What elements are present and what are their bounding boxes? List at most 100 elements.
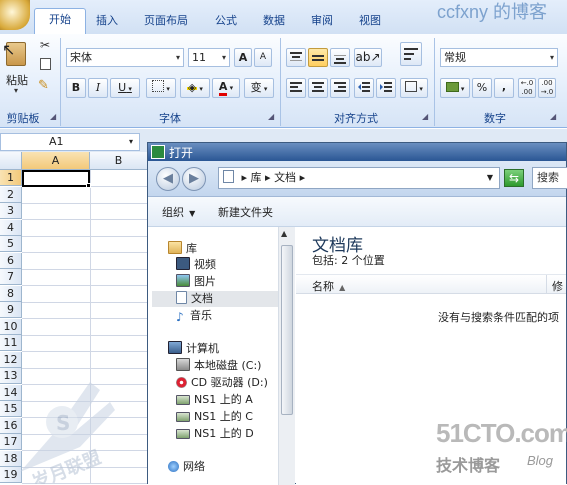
row-header-7[interactable]: 7 [0,269,22,285]
currency-button[interactable]: ▾ [440,78,470,98]
music-note-icon: ♪ [176,310,184,324]
align-center-button[interactable] [308,78,328,98]
shrink-font-button[interactable]: A [254,48,272,67]
column-divider[interactable] [546,275,547,294]
nav-libraries[interactable]: 库 [168,241,278,257]
column-modified-header[interactable]: 修 [552,278,563,294]
nav-computer[interactable]: 计算机 [168,341,278,357]
font-name-combo[interactable]: 宋体 ▾ [66,48,184,67]
row-gridline [22,334,148,336]
name-box[interactable]: A1 ▾ [0,133,140,151]
alignment-launcher-icon[interactable]: ◢ [422,112,428,121]
active-cell-a1[interactable] [22,170,90,187]
row-header-5[interactable]: 5 [0,236,22,252]
refresh-button[interactable]: ⇆ [504,169,524,187]
nav-music[interactable]: ♪ 音乐 [176,308,278,324]
cut-icon[interactable]: ✂ [40,38,50,52]
fill-handle[interactable] [86,183,91,188]
increase-indent-button[interactable] [376,78,396,98]
number-format-value: 常规 [444,51,466,64]
fill-color-button[interactable]: ◈ ▾ [180,78,210,98]
wrap-text-button[interactable] [400,42,422,66]
increase-decimal-button[interactable]: ←.0.00 [518,78,536,98]
decrease-decimal-button[interactable]: .00 →.0 [538,78,556,98]
nav-network-drive-d[interactable]: NS1 上的 D [176,426,278,442]
nav-videos[interactable]: 视频 [176,257,278,273]
grow-font-button[interactable]: A [234,48,252,67]
font-color-button[interactable]: A ▾ [212,78,240,98]
number-format-combo[interactable]: 常规 ▾ [440,48,558,67]
borders-button[interactable]: ▾ [146,78,176,98]
column-header-a[interactable]: A [22,152,90,170]
nav-network-drive-a[interactable]: NS1 上的 A [176,392,278,408]
row-header-1[interactable]: 1 [0,170,22,186]
breadcrumb-library[interactable]: 库 [251,171,262,184]
tab-insert[interactable]: 插入 [86,10,128,32]
tab-view[interactable]: 视图 [348,10,392,32]
new-folder-button[interactable]: 新建文件夹 [218,204,273,220]
tab-home[interactable]: 开始 [34,8,86,34]
bold-button[interactable]: B [66,78,86,98]
office-button[interactable] [0,0,30,30]
address-bar[interactable]: ▸ 库 ▸ 文档 ▸ ▼ [218,167,500,189]
font-launcher-icon[interactable]: ◢ [268,112,274,121]
organize-button[interactable]: 组织 ▼ [162,204,195,220]
nav-pictures[interactable]: 图片 [176,274,278,290]
group-separator [60,38,61,126]
row-header-11[interactable]: 11 [0,335,22,351]
nav-network[interactable]: 网络 [168,459,278,475]
row-header-10[interactable]: 10 [0,318,22,335]
row-header-3[interactable]: 3 [0,203,22,219]
underline-button[interactable]: U ▾ [110,78,140,98]
nav-documents[interactable]: 文档 [152,291,278,307]
align-bottom-button[interactable] [330,48,350,67]
row-header-9[interactable]: 9 [0,302,22,318]
navigation-scrollbar[interactable]: ▲ [278,227,295,485]
nav-local-disk-c[interactable]: 本地磁盘 (C:) [176,358,278,374]
address-dropdown-icon[interactable]: ▼ [487,168,493,188]
select-all-corner[interactable] [0,152,22,170]
align-top-button[interactable] [286,48,306,67]
comma-button[interactable]: , [494,78,514,98]
row-header-2[interactable]: 2 [0,186,22,203]
forward-button[interactable]: ▶ [182,167,206,191]
row-header-8[interactable]: 8 [0,285,22,302]
merge-center-button[interactable]: ▾ [400,78,428,98]
font-size-combo[interactable]: 11 ▾ [188,48,230,67]
tab-page-layout[interactable]: 页面布局 [132,10,200,32]
chevron-down-icon: ▾ [549,53,554,62]
tab-review[interactable]: 审阅 [300,10,344,32]
column-name-header[interactable]: 名称 ▲ [312,278,345,294]
search-box[interactable]: 搜索 [532,167,567,189]
chevron-down-icon: ▾ [175,53,180,62]
nav-network-drive-c[interactable]: NS1 上的 C [176,409,278,425]
nav-cd-drive-d[interactable]: CD 驱动器 (D:) [176,375,278,391]
align-left-button[interactable] [286,78,306,98]
row-header-4[interactable]: 4 [0,219,22,236]
format-painter-icon[interactable]: ✎ [38,78,49,93]
decrease-indent-button[interactable] [354,78,374,98]
percent-button[interactable]: % [472,78,492,98]
breadcrumb-documents[interactable]: 文档 [274,171,296,184]
video-library-icon [176,257,190,270]
italic-button[interactable]: I [88,78,108,98]
align-middle-button[interactable] [308,48,328,67]
phonetic-button[interactable]: 变 ▾ [244,78,274,98]
library-includes: 包括: 2 个位置 [312,254,385,267]
tab-data[interactable]: 数据 [252,10,296,32]
copy-icon[interactable] [40,58,51,70]
back-button[interactable]: ◀ [156,167,180,191]
align-right-button[interactable] [330,78,350,98]
clipboard-launcher-icon[interactable]: ◢ [50,112,56,121]
scrollbar-thumb[interactable] [281,245,293,415]
tab-formulas[interactable]: 公式 [204,10,248,32]
column-header-b[interactable]: B [90,152,148,170]
decrease-decimal-icon: .00 →.0 [540,79,554,96]
paste-button[interactable]: ↖ 粘贴 ▾ [2,38,32,95]
orientation-button[interactable]: ab↗ [354,48,382,67]
row-header-6[interactable]: 6 [0,252,22,269]
library-folder-icon [168,241,182,254]
number-launcher-icon[interactable]: ◢ [550,112,556,121]
scroll-up-arrow-icon[interactable]: ▲ [281,229,287,238]
chevron-down-icon: ▾ [417,85,423,93]
